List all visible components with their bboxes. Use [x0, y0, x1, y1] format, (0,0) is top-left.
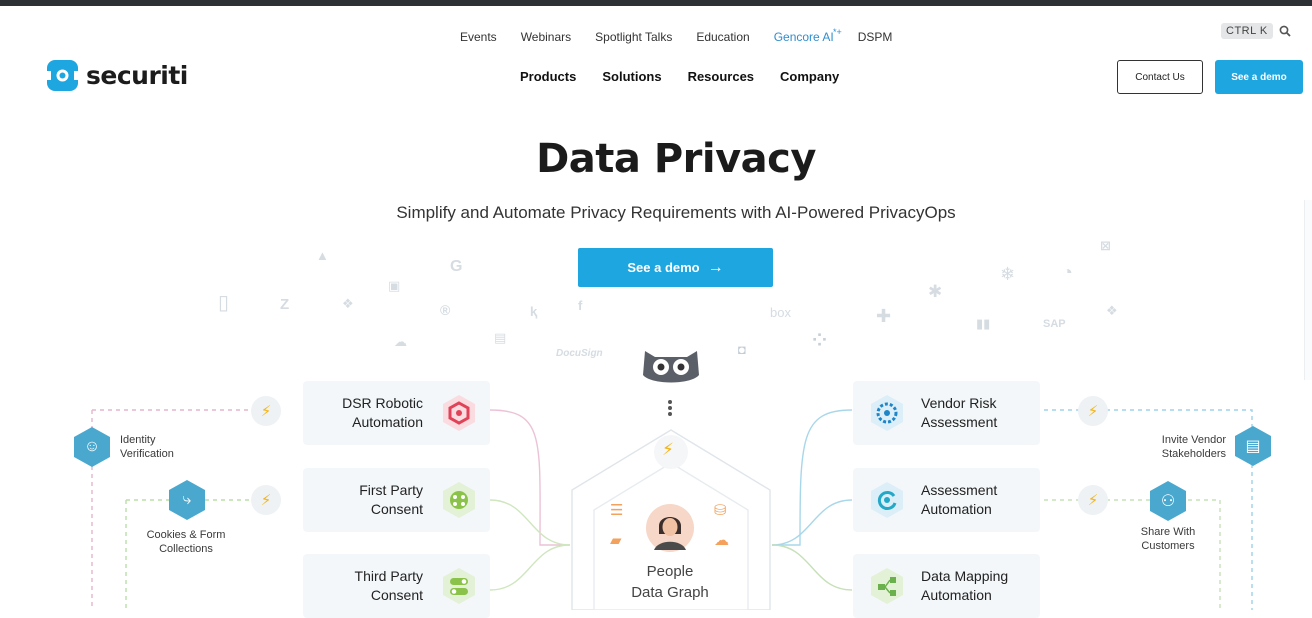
card-title-line1: Assessment — [921, 482, 998, 498]
card-label: Assessment Automation — [921, 481, 1040, 519]
network-icon — [871, 568, 903, 604]
database-icon: ⛁ — [714, 502, 727, 519]
card-first-party-consent[interactable]: First Party Consent — [303, 468, 490, 532]
card-title-line1: First Party — [359, 482, 423, 498]
side-label-line2: Verification — [120, 448, 174, 460]
card-third-party-consent[interactable]: Third Party Consent — [303, 554, 490, 618]
card-title-line1: Vendor Risk — [921, 395, 997, 411]
list-icon: ☰ — [610, 502, 624, 519]
center-bolt-icon: ⚡ — [662, 440, 674, 459]
card-label: DSR Robotic Automation — [303, 394, 423, 432]
card-label: Third Party Consent — [303, 567, 423, 605]
robot-hex-icon — [443, 395, 475, 431]
card-dsr-robotic-automation[interactable]: DSR Robotic Automation — [303, 381, 490, 445]
share-with-customers-label: Share With Customers — [1124, 525, 1212, 553]
card-vendor-risk-assessment[interactable]: Vendor Risk Assessment — [853, 381, 1040, 445]
cookies-form-collections-label: Cookies & Form Collections — [136, 528, 236, 556]
people-data-graph: ☰ ▰ ⛁ ☁ — [598, 495, 744, 561]
consent-dots-icon — [443, 482, 475, 518]
people-data-graph-label: People Data Graph — [600, 561, 740, 603]
refresh-gauge-icon — [871, 482, 903, 518]
toggle-icon — [443, 568, 475, 604]
card-label: First Party Consent — [303, 481, 423, 519]
cloud-icon: ☁ — [714, 532, 729, 549]
center-line1: People — [646, 563, 694, 580]
card-title-line2: Automation — [352, 414, 423, 430]
side-label-line1: Cookies & Form — [146, 529, 226, 541]
card-title-line1: Third Party — [354, 568, 423, 584]
identity-verification-label: Identity Verification — [120, 433, 174, 461]
card-title-line1: DSR Robotic — [342, 395, 423, 411]
card-title-line2: Automation — [921, 501, 992, 517]
side-label-line2: Customers — [1141, 540, 1195, 552]
card-label: Data Mapping Automation — [921, 567, 1040, 605]
side-label-line2: Collections — [159, 543, 213, 555]
person-avatar — [646, 504, 694, 552]
invite-vendor-stakeholders-label: Invite Vendor Stakeholders — [1130, 433, 1226, 461]
gauge-icon — [871, 395, 903, 431]
card-assessment-automation[interactable]: Assessment Automation — [853, 468, 1040, 532]
bolt-icon: ⚡ — [251, 396, 281, 426]
side-label-line1: Identity — [120, 434, 156, 446]
card-title-line2: Consent — [370, 501, 423, 517]
card-title-line2: Consent — [370, 587, 423, 603]
card-title-line2: Assessment — [921, 414, 998, 430]
scrollbar-track[interactable] — [1304, 200, 1312, 380]
card-label: Vendor Risk Assessment — [921, 394, 1040, 432]
card-title-line1: Data Mapping — [921, 568, 1009, 584]
bolt-icon: ⚡ — [1078, 485, 1108, 515]
card-data-mapping-automation[interactable]: Data Mapping Automation — [853, 554, 1040, 618]
card-title-line2: Automation — [921, 587, 992, 603]
folder-icon: ▰ — [610, 532, 622, 549]
owl-icon — [643, 351, 699, 383]
bolt-icon: ⚡ — [251, 485, 281, 515]
side-label-line2: Stakeholders — [1161, 448, 1226, 460]
bolt-icon: ⚡ — [1078, 396, 1108, 426]
vertical-dots-icon — [668, 400, 672, 416]
center-line2: Data Graph — [631, 584, 709, 601]
side-label-line1: Share With — [1140, 526, 1196, 538]
side-label-line1: Invite Vendor — [1161, 434, 1226, 446]
